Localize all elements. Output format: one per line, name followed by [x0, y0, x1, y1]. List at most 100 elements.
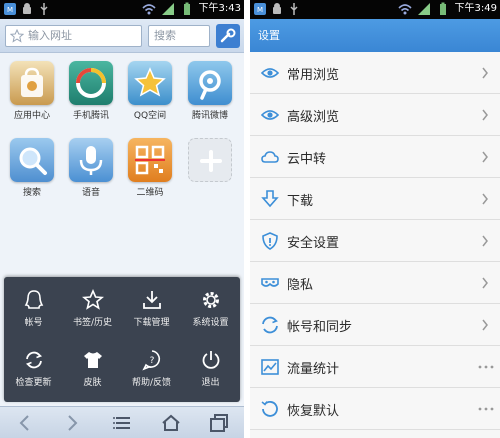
microphone-icon [69, 138, 113, 182]
menu-item-check-update[interactable]: 检查更新 [4, 341, 63, 395]
chevron-right-icon [482, 151, 488, 163]
app-center-icon [10, 61, 54, 105]
settings-item-common-browse[interactable]: 常用浏览 [250, 52, 500, 94]
settings-item-download[interactable]: 下载 [250, 178, 500, 220]
app-label: 二维码 [136, 188, 164, 198]
status-bar: M 下午3:49 [250, 0, 500, 19]
menu-item-skin[interactable]: 皮肤 [63, 341, 122, 395]
download-arrow-icon [261, 190, 279, 208]
browser-home-screen: M 下午3:43 输入网址 搜索 应用中心 手机腾讯 QQ空间 腾讯微博 搜索 … [0, 0, 244, 438]
settings-item-label: 下载 [287, 194, 314, 209]
settings-item-advanced-browse[interactable]: 高级浏览 [250, 94, 500, 136]
wifi-icon [141, 4, 156, 15]
more-dots-icon [478, 365, 494, 369]
app-tile-add[interactable] [182, 138, 238, 185]
download-icon [142, 291, 161, 309]
add-icon [188, 138, 232, 182]
page-title: 设置 [258, 29, 280, 42]
app-tile-6[interactable]: 二维码 [122, 138, 178, 198]
gear-icon [202, 292, 219, 308]
menu-item-settings[interactable]: 系统设置 [181, 281, 240, 335]
app-label: 手机腾讯 [72, 111, 109, 121]
forward-icon[interactable] [61, 412, 83, 434]
svg-text:?: ? [149, 356, 154, 366]
power-icon [202, 351, 219, 369]
back-icon[interactable] [14, 412, 36, 434]
wifi-icon [397, 4, 412, 15]
eye-icon [261, 68, 279, 78]
signal-icon [161, 3, 174, 15]
settings-item-label: 常用浏览 [287, 68, 340, 83]
menu-item-bookmarks[interactable]: 书签/历史 [63, 281, 122, 335]
settings-item-privacy[interactable]: 隐私 [250, 262, 500, 304]
chart-icon [261, 359, 279, 375]
bookmark-star-icon [81, 289, 104, 310]
shield-icon [262, 232, 278, 250]
chevron-right-icon [482, 67, 488, 79]
menu-item-downloads[interactable]: 下载管理 [122, 281, 181, 335]
battery-icon [439, 2, 446, 15]
app-label: QQ空间 [133, 111, 167, 121]
app-label: 应用中心 [13, 111, 50, 121]
menu-label: 帐号 [24, 318, 43, 328]
app-tile-1[interactable]: 手机腾讯 [63, 61, 119, 121]
refresh-icon [25, 351, 42, 369]
weibo-icon [188, 61, 232, 105]
home-icon[interactable] [160, 412, 182, 434]
app-tile-0[interactable]: 应用中心 [4, 61, 60, 121]
status-bar: M 下午3:43 [0, 0, 244, 19]
url-placeholder: 输入网址 [28, 29, 72, 42]
status-time: 下午3:43 [198, 3, 241, 14]
settings-item-label: 云中转 [287, 152, 327, 167]
chevron-right-icon [482, 109, 488, 121]
menu-item-exit[interactable]: 退出 [181, 341, 240, 395]
battery-icon [183, 2, 190, 15]
wrench-icon [220, 28, 236, 43]
settings-item-account-sync[interactable]: 帐号和同步 [250, 304, 500, 346]
app-label: 语音 [81, 188, 100, 198]
app-label: 腾讯微博 [191, 111, 228, 121]
settings-item-label: 高级浏览 [287, 110, 340, 125]
chevron-right-icon [482, 277, 488, 289]
chevron-right-icon [482, 319, 488, 331]
menu-label: 皮肤 [83, 378, 102, 388]
bottom-nav-bar [0, 406, 244, 438]
app-tile-5[interactable]: 语音 [63, 138, 119, 198]
menu-label: 书签/历史 [72, 318, 113, 328]
settings-title-bar: 设置 [250, 19, 500, 52]
chevron-right-icon [482, 193, 488, 205]
app-badge-icon: M [4, 3, 16, 15]
tools-button[interactable] [216, 24, 240, 48]
app-tile-4[interactable]: 搜索 [4, 138, 60, 198]
menu-label: 下载管理 [133, 318, 170, 328]
usb-icon [40, 3, 48, 15]
account-icon [24, 290, 43, 309]
menu-icon[interactable] [111, 412, 133, 434]
settings-item-security[interactable]: 安全设置 [250, 220, 500, 262]
menu-label: 检查更新 [15, 378, 52, 388]
address-toolbar: 输入网址 搜索 [0, 19, 244, 53]
cloud-icon [261, 151, 279, 163]
search-input[interactable]: 搜索 [148, 25, 210, 47]
menu-item-help[interactable]: ? 帮助/反馈 [122, 341, 181, 395]
settings-item-cloud-transfer[interactable]: 云中转 [250, 136, 500, 178]
menu-label: 系统设置 [192, 318, 229, 328]
star-icon [10, 29, 24, 43]
settings-screen: M 下午3:49 设置 常用浏览 高级浏览 云中转 下载 安全设置 隐私 帐号和… [250, 0, 500, 438]
settings-item-restore-default[interactable]: 恢复默认 [250, 388, 500, 430]
settings-item-label: 安全设置 [287, 236, 340, 251]
settings-item-traffic-stats[interactable]: 流量统计 [250, 346, 500, 388]
app-tile-2[interactable]: QQ空间 [122, 61, 178, 121]
url-input[interactable]: 输入网址 [5, 25, 142, 47]
app-tile-3[interactable]: 腾讯微博 [182, 61, 238, 121]
settings-item-label: 恢复默认 [287, 404, 340, 419]
sync-icon [262, 316, 278, 334]
search-icon [10, 138, 54, 182]
more-dots-icon [478, 407, 494, 411]
status-time: 下午3:49 [454, 3, 497, 14]
qzone-icon [128, 61, 172, 105]
windows-icon[interactable] [208, 412, 230, 434]
skin-shirt-icon [83, 352, 102, 368]
menu-item-account[interactable]: 帐号 [4, 281, 63, 335]
menu-label: 退出 [201, 378, 220, 388]
